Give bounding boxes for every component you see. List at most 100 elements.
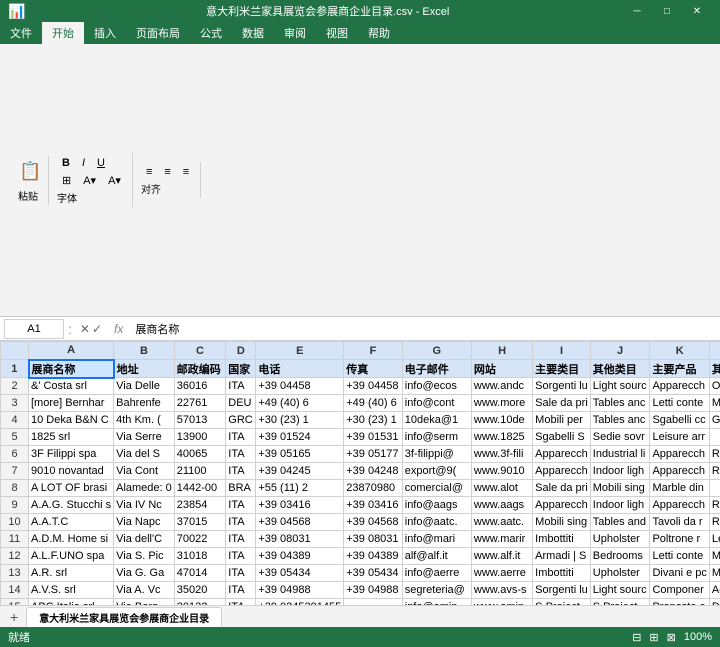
formula-input[interactable] [131,319,716,339]
cell[interactable]: www.avs-s [471,582,532,599]
cell[interactable]: Tables and [590,514,650,531]
cell[interactable]: Via Napc [114,514,175,531]
cell[interactable]: +30 (23) 1 [344,412,403,429]
cell[interactable]: Apparecch [650,463,709,480]
row-header[interactable]: 4 [1,412,29,429]
col-header-l[interactable]: L [709,342,720,360]
cell[interactable]: info@cont [402,395,471,412]
cell[interactable]: Letti conte [650,548,709,565]
confirm-formula-icon[interactable]: ✓ [92,322,102,336]
cell[interactable]: +49 (40) 6 [344,395,403,412]
row-header[interactable]: 6 [1,446,29,463]
menu-home[interactable]: 开始 [42,22,84,44]
cell[interactable]: Tavoli da r [650,514,709,531]
cell[interactable]: Upholster [590,565,650,582]
sheet-tab-main[interactable]: 意大利米兰家具展览会参展商企业目录 [26,607,222,627]
minimize-button[interactable]: ─ [622,0,652,22]
cell[interactable]: www.alf.it [471,548,532,565]
maximize-button[interactable]: □ [652,0,682,22]
cell[interactable]: Via del S [114,446,175,463]
cell[interactable]: +39 04458 [344,378,403,395]
cell[interactable]: Sorgenti lu [533,378,591,395]
cell[interactable]: 地址 [114,360,175,378]
align-left-button[interactable]: ≡ [141,164,157,180]
cell[interactable]: Modern sc [709,565,720,582]
cell[interactable]: +39 04458 [256,378,344,395]
cell[interactable] [709,480,720,497]
cell[interactable]: 9010 novantad [29,463,114,480]
cell[interactable]: ITA [226,429,256,446]
cell[interactable]: 1825 srl [29,429,114,446]
cell[interactable]: +49 (40) 6 [256,395,344,412]
col-header-d[interactable]: D [226,342,256,360]
cell[interactable]: +39 03416 [344,497,403,514]
cell[interactable]: Bahrenfe [114,395,175,412]
cell[interactable]: +39 05165 [256,446,344,463]
cell[interactable]: Leisure arr [650,429,709,446]
cell[interactable]: www.aatc. [471,514,532,531]
window-controls[interactable]: ─ □ ✕ [622,0,712,22]
view-normal-icon[interactable]: ⊟ [632,631,641,644]
cell[interactable]: 展商名称 [29,360,114,378]
cell[interactable]: Via A. Vc [114,582,175,599]
cell[interactable]: Apparecch [650,446,709,463]
cell[interactable]: export@9( [402,463,471,480]
col-header-j[interactable]: J [590,342,650,360]
cell[interactable]: Mobili per [533,412,591,429]
cell[interactable]: +39 04389 [256,548,344,565]
row-header[interactable]: 10 [1,514,29,531]
cell[interactable]: GRC [226,412,256,429]
cell[interactable]: www.10de [471,412,532,429]
cell[interactable]: 4th Km. ( [114,412,175,429]
cell[interactable]: Light sourc [590,582,650,599]
menu-insert[interactable]: 插入 [84,22,126,44]
cell[interactable]: www.alot [471,480,532,497]
cell[interactable]: Via Delle [114,378,175,395]
col-header-e[interactable]: E [256,342,344,360]
cell[interactable]: 36016 [174,378,226,395]
cell[interactable]: Sale da pri [533,395,591,412]
cell[interactable]: Tables anc [590,412,650,429]
row-header[interactable]: 9 [1,497,29,514]
cell[interactable]: ITA [226,378,256,395]
cell[interactable]: Bedrooms [590,548,650,565]
cell[interactable]: ITA [226,531,256,548]
cell[interactable]: Imbottiti [533,565,591,582]
cell[interactable]: ITA [226,497,256,514]
cell[interactable]: DEU [226,395,256,412]
cell[interactable]: 传真 [344,360,403,378]
cell[interactable]: 21100 [174,463,226,480]
cell[interactable]: Recessed l [709,463,720,480]
cell[interactable]: A LOT OF brasi [29,480,114,497]
cell[interactable]: www.andc [471,378,532,395]
col-header-i[interactable]: I [533,342,591,360]
cell[interactable]: Modern be [709,548,720,565]
row-header[interactable]: 5 [1,429,29,446]
paste-button[interactable]: 📋 [14,158,42,186]
menu-formula[interactable]: 公式 [190,22,232,44]
cell[interactable]: 40065 [174,446,226,463]
cell[interactable]: Imbottiti [533,531,591,548]
italic-button[interactable]: I [77,155,90,171]
cell[interactable]: 其他产品 [709,360,720,378]
cell[interactable]: Indoor ligh [590,463,650,480]
menu-page-layout[interactable]: 页面布局 [126,22,190,44]
cell[interactable]: 3f-filippi@ [402,446,471,463]
cell[interactable]: 22761 [174,395,226,412]
cell[interactable]: Upholster [590,531,650,548]
cell[interactable]: Via Cont [114,463,175,480]
cell[interactable]: +30 (23) 1 [256,412,344,429]
col-header-b[interactable]: B [114,342,175,360]
cell[interactable]: Radio and [709,514,720,531]
cell[interactable]: 主要产品 [650,360,709,378]
cell[interactable]: +39 08031 [256,531,344,548]
cell[interactable]: Leisure arr [709,531,720,548]
cell[interactable]: 13900 [174,429,226,446]
cell[interactable]: 35020 [174,582,226,599]
col-header-f[interactable]: F [344,342,403,360]
cell[interactable]: 其他类目 [590,360,650,378]
cell[interactable]: www.9010 [471,463,532,480]
cell[interactable]: +39 05434 [256,565,344,582]
cell[interactable]: Armadi | S [533,548,591,565]
cell[interactable]: &' Costa srl [29,378,114,395]
